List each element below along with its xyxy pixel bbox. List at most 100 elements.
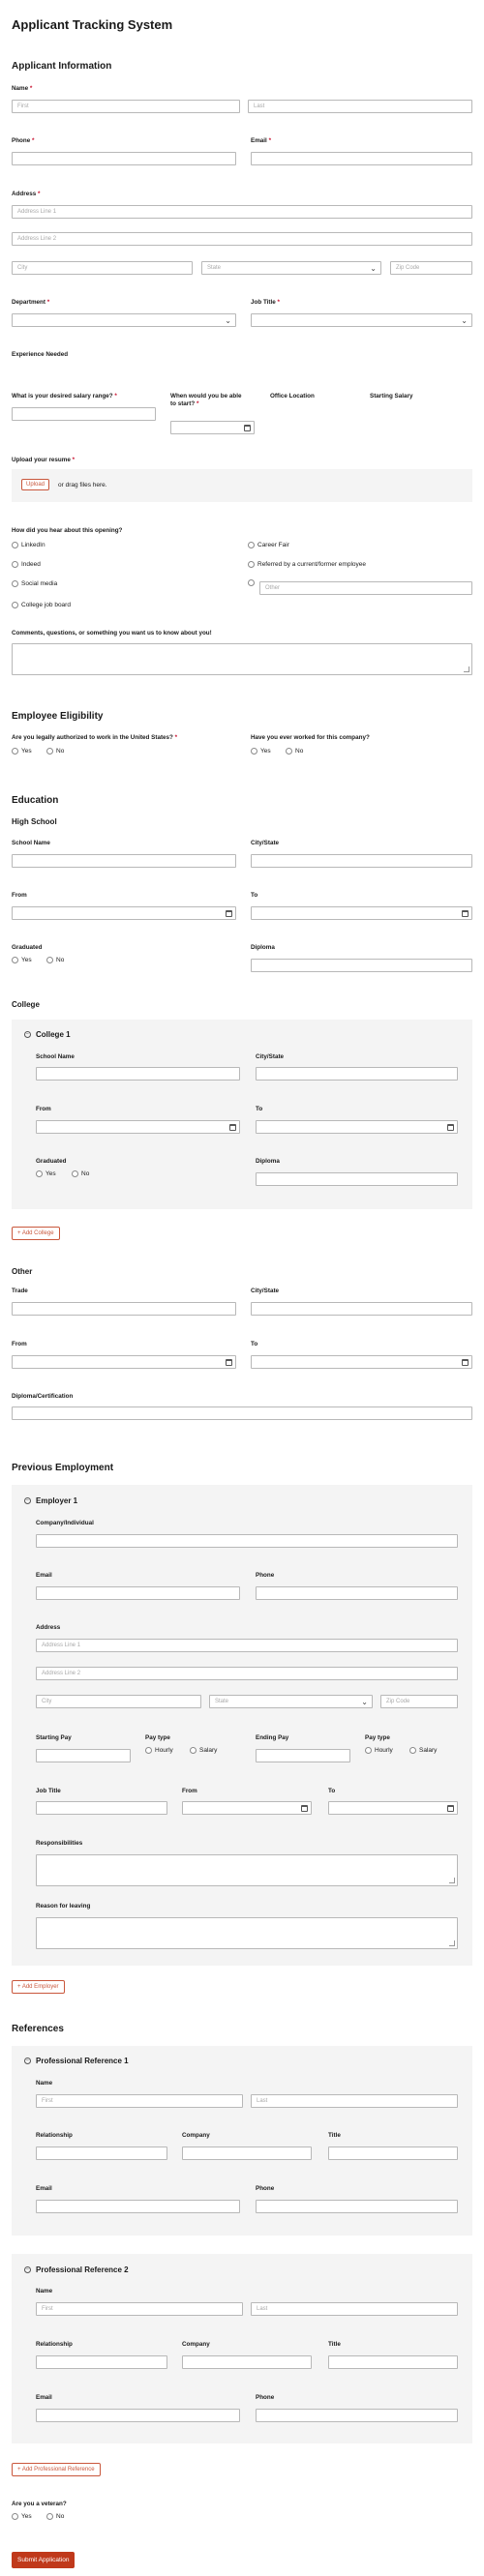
col-from-input[interactable] (36, 1120, 240, 1134)
col-city-input[interactable] (256, 1067, 458, 1081)
address-line1-input[interactable]: Address Line 1 (12, 205, 472, 219)
emp-job-title-label: Job Title (36, 1788, 61, 1794)
ref2-last-input[interactable]: Last (251, 2302, 458, 2316)
upload-button[interactable]: Upload (21, 479, 50, 490)
other-from-input[interactable] (12, 1355, 236, 1369)
ref2-phone-input[interactable] (256, 2409, 458, 2422)
city-input[interactable]: City (12, 261, 193, 275)
zip-input[interactable]: Zip Code (390, 261, 472, 275)
emp-from-label: From (182, 1788, 197, 1794)
worked-no[interactable]: No (286, 748, 303, 755)
starting-pay-input[interactable] (36, 1749, 131, 1762)
diploma-cert-input[interactable] (12, 1406, 472, 1420)
other-input[interactable]: Other (259, 581, 472, 595)
emp-email-input[interactable] (36, 1586, 240, 1600)
radio-career-fair[interactable]: Career Fair (248, 542, 289, 548)
radio-social[interactable]: Social media (12, 580, 57, 587)
ref2-company-input[interactable] (182, 2355, 312, 2369)
responsibilities-label: Responsibilities (36, 1840, 83, 1847)
radio-referred[interactable]: Referred by a current/former employee (248, 561, 366, 568)
comments-textarea[interactable] (12, 643, 472, 675)
start-date-input[interactable] (170, 421, 255, 434)
ref1-first-input[interactable]: First (36, 2094, 243, 2108)
emp-from-input[interactable] (182, 1801, 312, 1815)
add-employer-button[interactable]: + Add Employer (12, 1980, 65, 1994)
state-select[interactable]: State ⌄ (201, 261, 381, 275)
col-to-input[interactable] (256, 1120, 458, 1134)
emp-phone-input[interactable] (256, 1586, 458, 1600)
first-name-input[interactable]: First (12, 100, 240, 113)
ending-pay-input[interactable] (256, 1749, 350, 1762)
resume-dropzone[interactable]: Upload or drag files here. (12, 469, 472, 502)
section-employment: Previous Employment (12, 1463, 114, 1473)
emp-address2-input[interactable]: Address Line 2 (36, 1667, 458, 1680)
collapse-icon[interactable]: − (24, 1497, 31, 1504)
col-diploma-input[interactable] (256, 1172, 458, 1186)
end-hourly[interactable]: Hourly (365, 1747, 393, 1754)
ref2-first-input[interactable]: First (36, 2302, 243, 2316)
ref2-relationship-input[interactable] (36, 2355, 167, 2369)
emp-state-select[interactable]: State ⌄ (209, 1695, 373, 1708)
radio-other[interactable] (248, 579, 255, 586)
emp-to-input[interactable] (328, 1801, 458, 1815)
start-hourly[interactable]: Hourly (145, 1747, 173, 1754)
veteran-yes[interactable]: Yes (12, 2513, 32, 2520)
ref1-phone-input[interactable] (256, 2200, 458, 2213)
add-college-button[interactable]: + Add College (12, 1227, 60, 1240)
add-reference-button[interactable]: + Add Professional Reference (12, 2463, 101, 2476)
radio-linkedin[interactable]: LinkedIn (12, 542, 45, 548)
authorized-label: Are you legally authorized to work in th… (12, 734, 178, 741)
ref1-company-input[interactable] (182, 2147, 312, 2160)
hs-from-input[interactable] (12, 906, 236, 920)
col-graduated-no[interactable]: No (72, 1170, 89, 1177)
ref1-title-input[interactable] (328, 2147, 458, 2160)
hs-diploma-input[interactable] (251, 959, 472, 972)
company-individual-input[interactable] (36, 1534, 458, 1548)
job-title-select[interactable]: ⌄ (251, 313, 472, 327)
ref1-email-input[interactable] (36, 2200, 240, 2213)
ref1-relationship-label: Relationship (36, 2132, 73, 2139)
emp-city-input[interactable]: City (36, 1695, 201, 1708)
responsibilities-textarea[interactable] (36, 1854, 458, 1886)
start-salary[interactable]: Salary (190, 1747, 217, 1754)
authorized-yes[interactable]: Yes (12, 748, 32, 755)
email-input[interactable] (251, 152, 472, 165)
col-school-input[interactable] (36, 1067, 240, 1081)
hs-to-input[interactable] (251, 906, 472, 920)
veteran-no[interactable]: No (46, 2513, 64, 2520)
emp-address1-input[interactable]: Address Line 1 (36, 1639, 458, 1652)
col-graduated-yes[interactable]: Yes (36, 1170, 56, 1177)
hs-school-input[interactable] (12, 854, 236, 868)
other-to-input[interactable] (251, 1355, 472, 1369)
collapse-icon[interactable]: − (24, 2058, 31, 2064)
reason-textarea[interactable] (36, 1917, 458, 1949)
salary-input[interactable] (12, 407, 156, 421)
radio-indeed[interactable]: Indeed (12, 561, 41, 568)
address-line2-input[interactable]: Address Line 2 (12, 232, 472, 246)
col-to-label: To (256, 1106, 263, 1112)
emp-job-title-input[interactable] (36, 1801, 167, 1815)
last-name-input[interactable]: Last (248, 100, 472, 113)
worked-yes[interactable]: Yes (251, 748, 271, 755)
hs-graduated-no[interactable]: No (46, 957, 64, 963)
col-from-label: From (36, 1106, 51, 1112)
company-individual-label: Company/Individual (36, 1520, 94, 1526)
hs-graduated-yes[interactable]: Yes (12, 957, 32, 963)
hs-city-input[interactable] (251, 854, 472, 868)
submit-button[interactable]: Submit Application (12, 2552, 76, 2568)
collapse-icon[interactable]: − (24, 1031, 31, 1038)
ref2-title-input[interactable] (328, 2355, 458, 2369)
end-pay-type-label: Pay type (365, 1734, 390, 1741)
emp-zip-input[interactable]: Zip Code (380, 1695, 458, 1708)
end-salary[interactable]: Salary (409, 1747, 437, 1754)
authorized-no[interactable]: No (46, 748, 64, 755)
ref2-email-input[interactable] (36, 2409, 240, 2422)
trade-input[interactable] (12, 1302, 236, 1316)
ref1-last-input[interactable]: Last (251, 2094, 458, 2108)
phone-input[interactable] (12, 152, 236, 165)
ref1-relationship-input[interactable] (36, 2147, 167, 2160)
other-city-input[interactable] (251, 1302, 472, 1316)
collapse-icon[interactable]: − (24, 2266, 31, 2273)
department-select[interactable]: ⌄ (12, 313, 236, 327)
radio-college-board[interactable]: College job board (12, 602, 71, 608)
